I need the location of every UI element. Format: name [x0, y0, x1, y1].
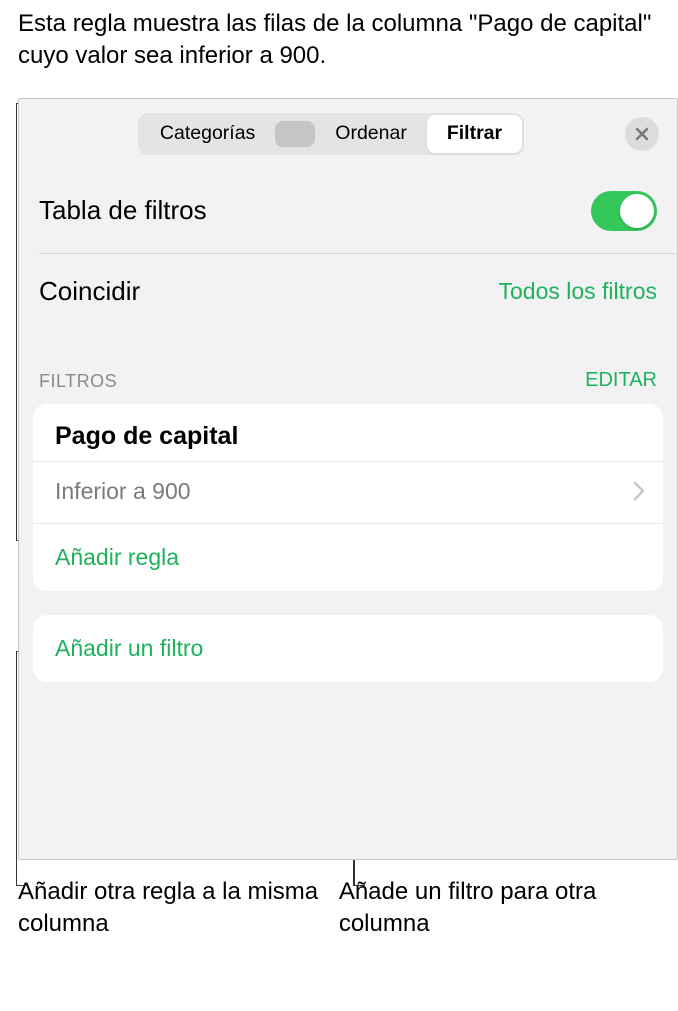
add-filter-card: Añadir un filtro — [33, 615, 663, 682]
segment-divider — [275, 121, 315, 147]
segmented-control: Categorías Ordenar Filtrar — [138, 113, 524, 155]
filters-table-row: Tabla de filtros — [19, 169, 677, 253]
filter-card: Pago de capital Inferior a 900 Añadir re… — [33, 404, 663, 591]
chevron-right-icon — [633, 481, 645, 501]
edit-button[interactable]: EDITAR — [585, 369, 657, 392]
close-icon — [634, 126, 650, 142]
tab-ordenar[interactable]: Ordenar — [315, 115, 427, 153]
add-rule-button[interactable]: Añadir regla — [33, 523, 663, 591]
filter-column-name: Pago de capital — [33, 404, 663, 461]
filters-table-label: Tabla de filtros — [39, 195, 207, 226]
filters-list-header: FILTROS EDITAR — [19, 329, 677, 404]
filters-table-toggle[interactable] — [591, 191, 657, 231]
close-button[interactable] — [625, 117, 659, 151]
tab-filtrar[interactable]: Filtrar — [427, 115, 522, 153]
match-row: Coincidir Todos los filtros — [19, 254, 677, 329]
annotation-bottom-left: Añadir otra regla a la misma columna — [18, 876, 324, 941]
filters-header-label: FILTROS — [39, 371, 117, 392]
filter-rule-text: Inferior a 900 — [55, 478, 191, 505]
bottom-annotations: Añadir otra regla a la misma columna Aña… — [0, 860, 678, 941]
filter-panel: Categorías Ordenar Filtrar Tabla de filt… — [18, 98, 678, 860]
filter-rule-row[interactable]: Inferior a 900 — [33, 461, 663, 523]
annotation-bottom-right: Añade un filtro para otra columna — [324, 876, 678, 941]
tab-categorias[interactable]: Categorías — [140, 115, 275, 153]
annotation-top: Esta regla muestra las filas de la colum… — [0, 0, 678, 98]
match-label: Coincidir — [39, 276, 140, 307]
add-filter-button[interactable]: Añadir un filtro — [33, 615, 663, 682]
panel-header: Categorías Ordenar Filtrar — [19, 99, 677, 169]
match-value-select[interactable]: Todos los filtros — [498, 278, 657, 305]
